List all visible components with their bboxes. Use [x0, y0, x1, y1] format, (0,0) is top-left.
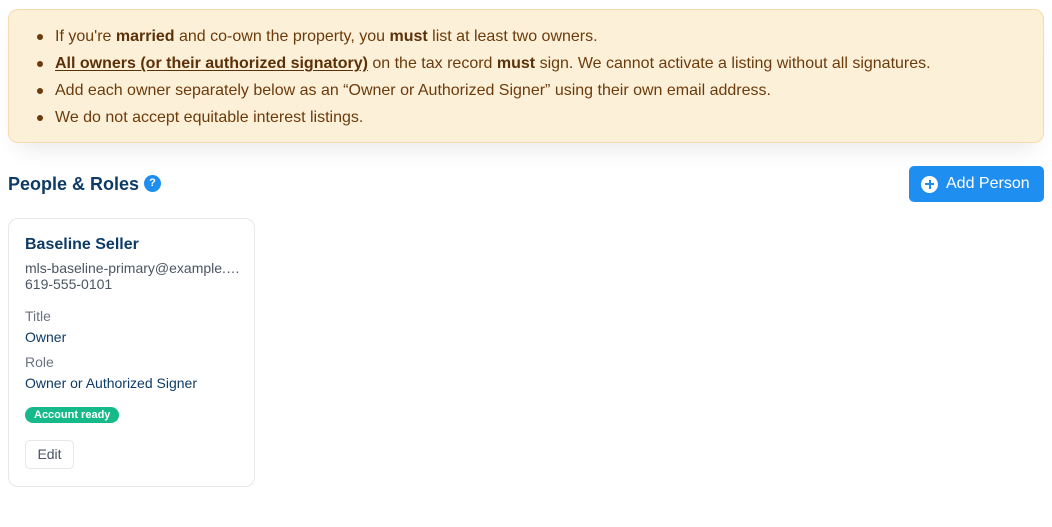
title-label: Title — [25, 308, 51, 324]
notice-box: If you're married and co-own the propert… — [8, 9, 1044, 143]
section-title: People & Roles — [8, 174, 140, 194]
role-value: Owner or Authorized Signer — [25, 375, 197, 391]
edit-button[interactable]: Edit — [25, 440, 74, 469]
person-email: mls-baseline-primary@example.com — [25, 260, 240, 276]
notice-item-equitable: We do not accept equitable interest list… — [9, 106, 931, 133]
all-owners-link[interactable]: All owners (or their authorized signator… — [55, 55, 368, 72]
notice-list: If you're married and co-own the propert… — [9, 25, 931, 133]
title-value: Owner — [25, 329, 67, 345]
person-phone: 619-555-0101 — [25, 276, 113, 292]
person-name: Baseline Seller — [25, 236, 139, 253]
add-person-label: Add Person — [946, 175, 1030, 192]
person-card: Baseline Seller mls-baseline-primary@exa… — [8, 218, 255, 487]
notice-item-married: If you're married and co-own the propert… — [9, 25, 931, 52]
add-person-button[interactable]: Add Person — [909, 166, 1044, 202]
notice-item-signatures: All owners (or their authorized signator… — [9, 52, 931, 79]
status-badge: Account ready — [25, 407, 120, 423]
plus-circle-icon — [921, 175, 938, 193]
notice-item-separate: Add each owner separately below as an “O… — [9, 79, 931, 106]
role-label: Role — [25, 354, 54, 370]
help-icon[interactable]: ? — [144, 175, 161, 192]
